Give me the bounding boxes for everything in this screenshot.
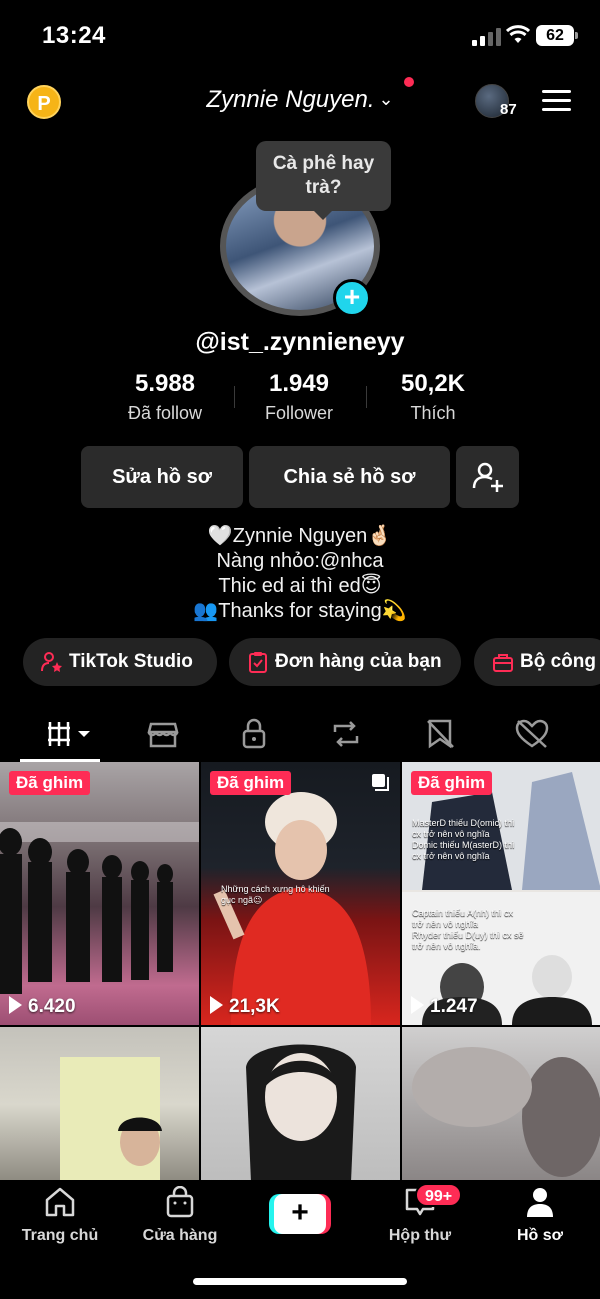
play-icon [210,996,223,1014]
bio-line: Thic ed ai thì ed😇 [218,575,382,597]
hidden-bookmark-icon [427,719,454,749]
tools-chip[interactable]: Bộ công [474,638,600,686]
stat-label: Follower [264,403,334,423]
stat-likes[interactable]: 50,2K Thích [366,370,500,424]
hidden-heart-icon [515,719,549,748]
orders-chip[interactable]: Đơn hàng của bạn [229,638,461,686]
stat-following[interactable]: 5.988 Đã follow [98,370,232,424]
person-star-icon [41,652,62,672]
nav-label: Hộp thư [388,1227,452,1244]
signal-icon [472,28,502,46]
video-scene-fashion [0,822,199,994]
tab-shop[interactable] [143,716,183,752]
chip-label: TikTok Studio [69,651,193,672]
video-scene-room [60,1057,162,1182]
home-icon [45,1187,75,1217]
edit-profile-button[interactable]: Sửa hồ sơ [81,446,243,508]
status-time: 13:24 [42,22,106,49]
chevron-down-icon: ⌄ [378,89,394,109]
video-caption: Những cách xưng hô khiến gục ngã😉 [221,884,330,905]
battery-icon: 62 [536,25,578,46]
nav-label: Hồ sơ [516,1227,564,1244]
pinned-badge: Đã ghim [411,771,493,795]
video-thumbnail[interactable] [0,1027,199,1182]
chip-label: Bộ công [520,651,596,672]
lock-icon [242,718,266,749]
share-profile-button[interactable]: Chia sẻ hồ sơ [249,446,450,508]
nav-label: Trang chủ [21,1227,99,1244]
profile-stats: 5.988 Đã follow 1.949 Follower 50,2K Thí… [98,370,502,430]
clipboard-check-icon [249,652,267,673]
nav-home[interactable]: Trang chủ [10,1186,110,1245]
home-indicator [193,1278,407,1285]
play-icon [9,996,22,1014]
notification-dot [404,77,414,87]
pinned-badge: Đã ghim [210,771,292,795]
video-thumbnail[interactable] [201,1027,400,1182]
chip-label: Đơn hàng của bạn [275,651,442,672]
stat-label: Thích [410,403,456,423]
view-count: 21,3K [210,996,280,1018]
wifi-icon [505,24,531,49]
display-name: Zynnie Nguyen. [206,86,375,113]
shopping-bag-icon [166,1185,194,1218]
video-caption: Captain thiếu A(nh) thì cx trở nên vô ng… [412,908,524,951]
content-tabs [0,708,600,762]
tiktok-studio-chip[interactable]: TikTok Studio [23,638,217,686]
video-thumbnail[interactable]: Đã ghim MasterD thiếu D(omic) thì cx trở… [402,762,600,1025]
add-friends-button[interactable] [456,446,519,508]
tab-reposts[interactable] [326,716,366,752]
menu-icon[interactable] [542,90,571,112]
shop-icon [147,722,179,748]
tab-favorites[interactable] [420,716,460,752]
stat-value: 1.949 [268,370,330,397]
view-count: 6.420 [9,996,76,1018]
nav-shop[interactable]: Cửa hàng [130,1185,230,1245]
bio-line: 👥Thanks for staying💫 [193,600,407,622]
video-scene-portrait [246,1044,356,1182]
add-story-button[interactable]: + [333,279,371,317]
grid-icon [48,722,90,746]
multi-photo-icon [372,774,389,791]
video-thumbnail[interactable] [402,1027,600,1182]
inbox-badge: 99+ [415,1183,463,1207]
repost-icon [333,721,359,747]
friends-count: 87 [500,101,517,118]
play-icon [411,996,424,1014]
add-user-icon [472,462,503,492]
stat-label: Đã follow [127,403,203,423]
video-thumbnail[interactable]: Đã ghim 6.420 [0,762,199,1025]
stat-value: 5.988 [134,370,196,397]
bio-line[interactable]: Nàng nhỏo:@nhca [0,549,600,574]
create-button[interactable]: + [269,1194,331,1234]
video-scene-collage [402,762,600,1025]
note-bubble[interactable]: Cà phê hay trà? [256,141,391,220]
video-thumbnail[interactable]: Đã ghim Những cách xưng hô khiến gục ngã… [201,762,400,1025]
tab-liked[interactable] [512,716,552,752]
nav-profile[interactable]: Hồ sơ [490,1186,590,1245]
pinned-badge: Đã ghim [9,771,91,795]
bio-line: 🤍Zynnie Nguyen🤞🏻 [207,525,393,547]
toolbox-icon [493,654,513,672]
video-caption: MasterD thiếu D(omic) thì cx trở nên vô … [412,818,515,861]
profile-icon [527,1188,553,1217]
profile-bio: 🤍Zynnie Nguyen🤞🏻 Nàng nhỏo:@nhca Thic ed… [0,524,600,624]
profile-handle: @ist_.zynnieneyy [195,328,405,356]
video-scene-closeup [412,1047,600,1177]
status-bar: 13:24 62 [0,0,600,70]
plus-icon: + [274,1194,326,1234]
stat-value: 50,2K [400,370,466,397]
stat-followers[interactable]: 1.949 Follower [232,370,366,424]
tab-private[interactable] [234,716,274,752]
nav-label: Cửa hàng [142,1227,218,1244]
view-count: 1.247 [411,996,478,1018]
tab-videos[interactable] [46,716,96,752]
